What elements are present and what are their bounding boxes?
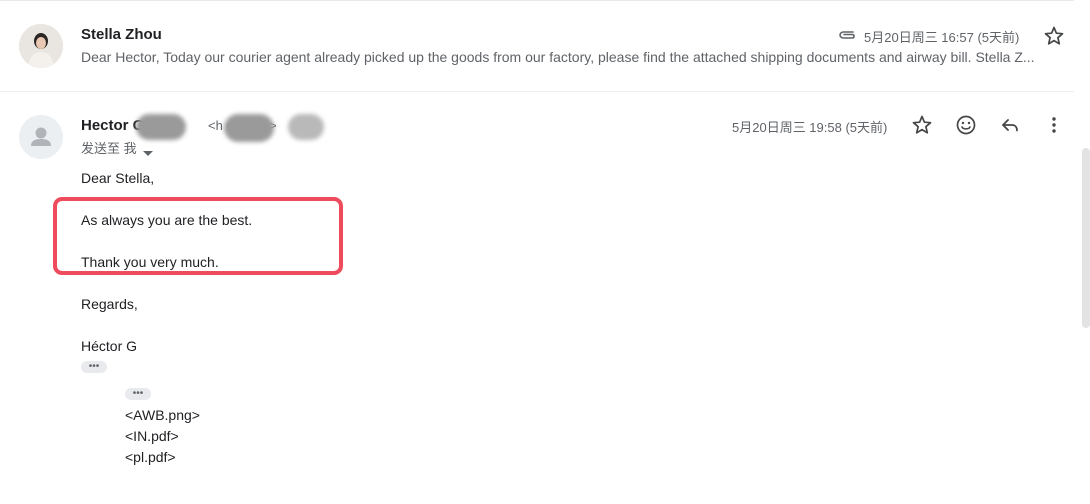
chevron-down-icon[interactable] [143, 144, 153, 156]
collapsed-message[interactable] [0, 0, 1074, 92]
attachment-name: <AWB.png> [125, 407, 200, 423]
redaction-blob [224, 114, 274, 142]
scrollbar[interactable] [1082, 148, 1090, 328]
body-greeting: Dear Stella, [81, 170, 155, 186]
body-regards: Regards, [81, 296, 138, 312]
show-trimmed-content-button[interactable]: ••• [125, 388, 151, 400]
body-signature: Héctor G [81, 338, 138, 354]
message-date: 5月20日周三 19:58 (5天前) [732, 120, 888, 135]
message-date: 5月20日周三 16:57 (5天前) [864, 30, 1020, 45]
recipients-line[interactable]: 发送至 我 [81, 138, 137, 157]
paperclip-icon [837, 27, 857, 43]
avatar[interactable] [19, 115, 63, 159]
message-snippet: Dear Hector, Today our courier agent alr… [81, 49, 1035, 65]
reply-icon[interactable] [998, 113, 1022, 137]
redaction-blob [136, 114, 186, 140]
emoji-icon[interactable] [954, 113, 978, 137]
sender-name: Stella Zhou [81, 26, 162, 43]
attachment-name: <pl.pdf> [125, 449, 176, 465]
star-icon[interactable] [910, 113, 934, 137]
avatar[interactable] [19, 24, 63, 68]
more-vert-icon[interactable] [1042, 113, 1066, 137]
show-trimmed-content-button[interactable]: ••• [81, 361, 107, 373]
star-icon[interactable] [1042, 24, 1066, 48]
redaction-blob [288, 114, 324, 140]
highlight-box [53, 197, 343, 275]
attachment-name: <IN.pdf> [125, 428, 179, 444]
